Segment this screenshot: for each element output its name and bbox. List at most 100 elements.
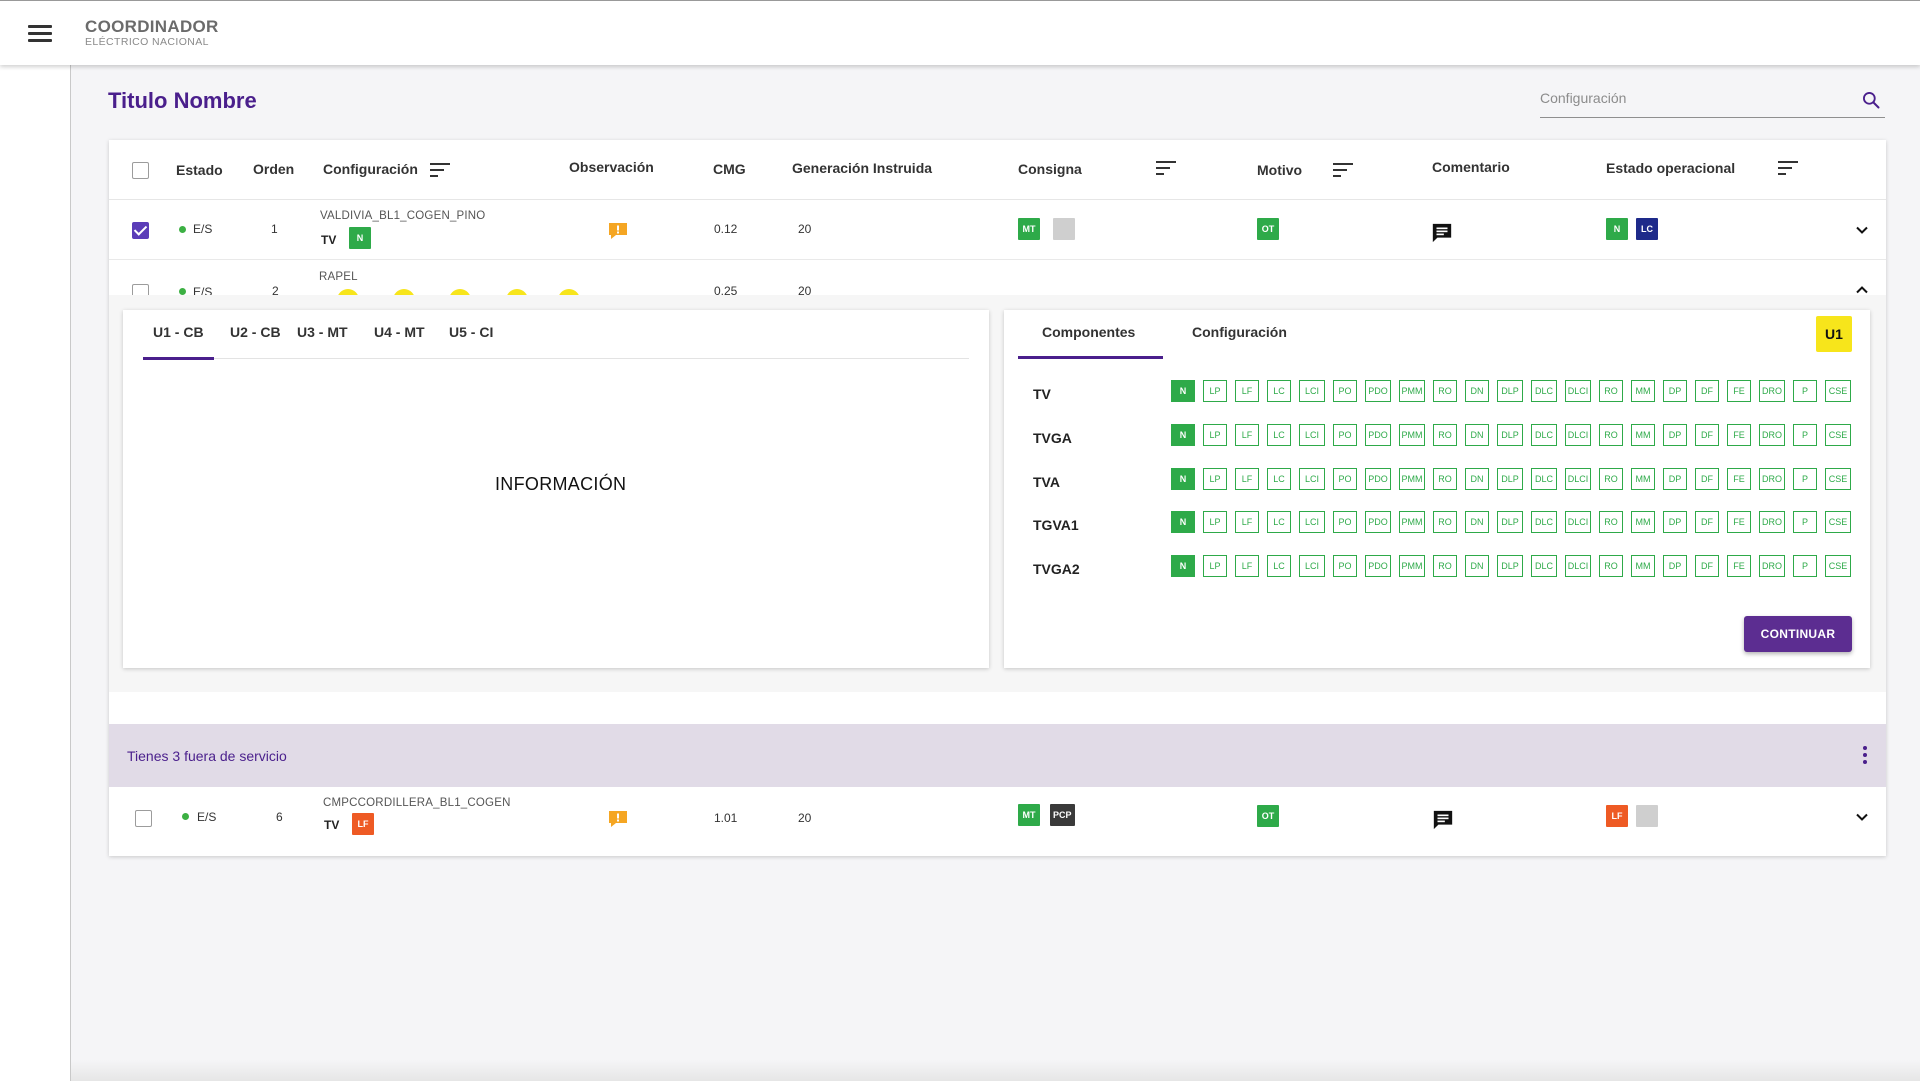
component-chip[interactable]: N [1171, 424, 1195, 446]
component-chip[interactable]: RO [1599, 424, 1623, 446]
continue-button[interactable]: CONTINUAR [1744, 616, 1852, 652]
tab-unit-3[interactable]: U3 - MT [297, 324, 348, 340]
component-chip[interactable]: LCI [1299, 468, 1325, 490]
consigna-badge[interactable]: MT [1018, 804, 1040, 826]
component-chip[interactable]: P [1793, 555, 1817, 577]
motivo-badge[interactable]: OT [1257, 805, 1279, 827]
component-chip[interactable]: LP [1203, 424, 1227, 446]
component-chip[interactable]: DLCI [1565, 380, 1591, 402]
component-chip[interactable]: LCI [1299, 380, 1325, 402]
component-chip[interactable]: LP [1203, 555, 1227, 577]
component-chip[interactable]: LC [1267, 468, 1291, 490]
sort-estado-operacional-icon[interactable] [1778, 161, 1798, 177]
comment-icon[interactable] [1432, 809, 1454, 831]
component-chip[interactable]: DN [1465, 511, 1489, 533]
component-chip[interactable]: PO [1333, 380, 1357, 402]
tab-unit-5[interactable]: U5 - CI [449, 324, 493, 340]
component-chip[interactable]: N [1171, 511, 1195, 533]
component-chip[interactable]: FE [1727, 511, 1751, 533]
component-chip[interactable]: DRO [1759, 555, 1785, 577]
component-chip[interactable]: DLP [1497, 380, 1523, 402]
component-chip[interactable]: N [1171, 555, 1195, 577]
component-chip[interactable]: PDO [1365, 511, 1391, 533]
estado-op-badge[interactable]: N [1606, 218, 1628, 240]
component-chip[interactable]: DN [1465, 424, 1489, 446]
component-chip[interactable]: DLC [1531, 380, 1557, 402]
component-chip[interactable]: DF [1695, 424, 1719, 446]
search-input[interactable] [1540, 84, 1840, 112]
component-chip[interactable]: PDO [1365, 380, 1391, 402]
estado-op-badge[interactable] [1636, 805, 1658, 827]
component-chip[interactable]: PMM [1399, 424, 1425, 446]
type-badge[interactable]: LF [352, 813, 374, 835]
component-chip[interactable]: CSE [1825, 468, 1851, 490]
component-chip[interactable]: LC [1267, 555, 1291, 577]
component-chip[interactable]: MM [1631, 555, 1655, 577]
logo[interactable]: COORDINADOR ELÉCTRICO NACIONAL [85, 18, 219, 48]
component-chip[interactable]: MM [1631, 424, 1655, 446]
component-chip[interactable]: MM [1631, 511, 1655, 533]
component-chip[interactable]: DF [1695, 380, 1719, 402]
component-chip[interactable]: LF [1235, 424, 1259, 446]
hamburger-menu-icon[interactable] [28, 25, 52, 43]
component-chip[interactable]: RO [1599, 468, 1623, 490]
component-chip[interactable]: RO [1599, 380, 1623, 402]
table-row[interactable]: E/S 1 VALDIVIA_BL1_COGEN_PINO TV N 0.12 … [109, 200, 1886, 260]
component-chip[interactable]: DP [1663, 468, 1687, 490]
motivo-badge[interactable]: OT [1257, 218, 1279, 240]
component-chip[interactable]: DLC [1531, 468, 1557, 490]
component-chip[interactable]: LF [1235, 511, 1259, 533]
component-chip[interactable]: RO [1433, 555, 1457, 577]
component-chip[interactable]: LP [1203, 380, 1227, 402]
component-chip[interactable]: P [1793, 424, 1817, 446]
component-chip[interactable]: CSE [1825, 555, 1851, 577]
table-row[interactable]: E/S 2 RAPEL 1 CB 2 CB 3 MT 4 MT 5 CI 0.2… [109, 260, 1886, 311]
component-chip[interactable]: DLP [1497, 511, 1523, 533]
component-chip[interactable]: LCI [1299, 511, 1325, 533]
component-chip[interactable]: DF [1695, 511, 1719, 533]
sort-consigna-icon[interactable] [1156, 161, 1176, 177]
component-chip[interactable]: LC [1267, 511, 1291, 533]
component-chip[interactable]: DRO [1759, 380, 1785, 402]
component-chip[interactable]: DLP [1497, 424, 1523, 446]
component-chip[interactable]: CSE [1825, 511, 1851, 533]
component-chip[interactable]: DN [1465, 468, 1489, 490]
component-chip[interactable]: P [1793, 511, 1817, 533]
component-chip[interactable]: PDO [1365, 468, 1391, 490]
sort-motivo-icon[interactable] [1333, 163, 1353, 179]
component-chip[interactable]: PMM [1399, 380, 1425, 402]
component-chip[interactable]: DLC [1531, 555, 1557, 577]
estado-op-badge[interactable]: LC [1636, 218, 1658, 240]
component-chip[interactable]: FE [1727, 380, 1751, 402]
component-chip[interactable]: LCI [1299, 424, 1325, 446]
table-row[interactable]: E/S 6 CMPCCORDILLERA_BL1_COGEN TV LF 1.0… [109, 787, 1886, 856]
component-chip[interactable]: FE [1727, 468, 1751, 490]
component-chip[interactable]: LCI [1299, 555, 1325, 577]
component-chip[interactable]: DLCI [1565, 424, 1591, 446]
component-chip[interactable]: P [1793, 380, 1817, 402]
comment-icon[interactable] [1431, 222, 1453, 244]
consigna-badge[interactable] [1053, 218, 1075, 240]
type-badge[interactable]: N [349, 227, 371, 249]
row-checkbox[interactable] [135, 810, 152, 827]
component-chip[interactable]: PO [1333, 511, 1357, 533]
component-chip[interactable]: PDO [1365, 555, 1391, 577]
component-chip[interactable]: DLP [1497, 555, 1523, 577]
component-chip[interactable]: LC [1267, 380, 1291, 402]
component-chip[interactable]: P [1793, 468, 1817, 490]
chevron-down-icon[interactable] [1854, 809, 1870, 825]
component-chip[interactable]: DRO [1759, 511, 1785, 533]
component-chip[interactable]: DLC [1531, 424, 1557, 446]
component-chip[interactable]: PMM [1399, 555, 1425, 577]
component-chip[interactable]: PO [1333, 468, 1357, 490]
search-icon[interactable] [1861, 90, 1881, 110]
chevron-down-icon[interactable] [1854, 222, 1870, 238]
more-vert-icon[interactable] [1862, 746, 1868, 766]
component-chip[interactable]: RO [1433, 424, 1457, 446]
component-chip[interactable]: DLC [1531, 511, 1557, 533]
component-chip[interactable]: CSE [1825, 380, 1851, 402]
component-chip[interactable]: RO [1433, 511, 1457, 533]
tab-unit-2[interactable]: U2 - CB [230, 324, 281, 340]
component-chip[interactable]: LF [1235, 555, 1259, 577]
component-chip[interactable]: DRO [1759, 424, 1785, 446]
